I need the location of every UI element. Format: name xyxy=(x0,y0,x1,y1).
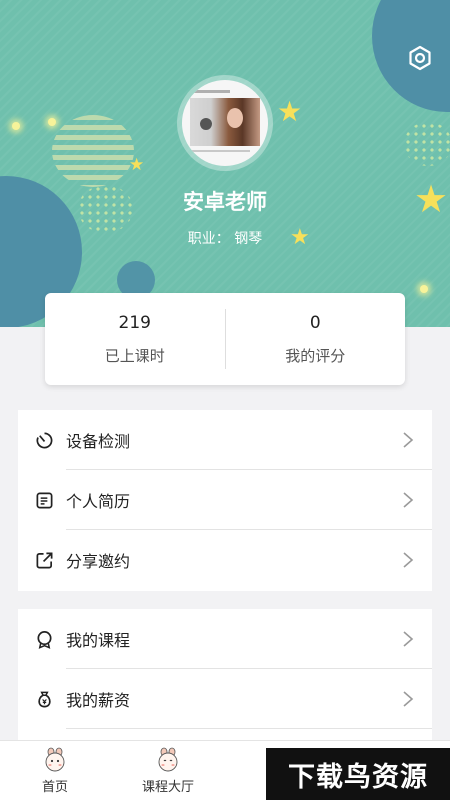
menu-item-device-check[interactable]: 设备检测 xyxy=(18,410,432,470)
salary-bag-icon xyxy=(38,691,51,707)
course-hall-mascot-icon xyxy=(158,747,178,772)
menu-item-my-salary[interactable]: 我的薪资 xyxy=(18,669,432,729)
tab-label: 首页 xyxy=(41,780,68,795)
menu-card-account: 设备检测 个人简历 分享邀约 xyxy=(18,410,432,591)
teacher-name: 安卓老师 xyxy=(183,190,267,214)
decor-striped-ball xyxy=(52,115,134,187)
decor-dotted-ball xyxy=(404,122,450,166)
course-medal-icon xyxy=(37,630,52,649)
stats-card: 219 已上课时 0 我的评分 xyxy=(45,293,405,385)
chevron-right-icon xyxy=(403,691,414,707)
chevron-right-icon xyxy=(403,432,414,448)
chevron-right-icon xyxy=(403,492,414,508)
divider xyxy=(66,728,432,729)
star-icon: ★ xyxy=(129,155,145,175)
share-icon xyxy=(36,552,53,568)
avatar[interactable] xyxy=(182,80,268,166)
menu-item-label: 分享邀约 xyxy=(66,552,131,571)
menu-item-my-courses[interactable]: 我的课程 xyxy=(18,609,432,669)
menu-item-label: 设备检测 xyxy=(66,432,131,451)
tab-course-hall[interactable]: 课程大厅 xyxy=(113,741,223,800)
stat-lessons-taught[interactable]: 219 已上课时 xyxy=(45,293,225,385)
resume-icon xyxy=(36,492,53,508)
sparkle-icon xyxy=(12,122,20,130)
sparkle-icon xyxy=(420,285,428,293)
settings-gear-icon[interactable] xyxy=(407,45,433,71)
stat-my-rating[interactable]: 0 我的评分 xyxy=(226,293,406,385)
tab-label: 课程大厅 xyxy=(141,780,194,795)
chevron-right-icon xyxy=(403,552,414,568)
tab-home[interactable]: 首页 xyxy=(0,741,110,800)
stat-value: 219 xyxy=(118,312,151,333)
stat-label: 我的评分 xyxy=(285,346,346,365)
teacher-job: 职业： 钢琴 xyxy=(187,231,263,247)
menu-item-share-invite[interactable]: 分享邀约 xyxy=(18,530,432,590)
menu-item-resume[interactable]: 个人简历 xyxy=(18,470,432,530)
device-check-icon xyxy=(36,432,53,448)
menu-item-label: 我的课程 xyxy=(66,631,131,650)
star-icon: ★ xyxy=(277,95,303,128)
menu-item-label: 我的薪资 xyxy=(66,691,131,710)
sparkle-icon xyxy=(48,118,56,126)
watermark-logo: 下载鸟资源 xyxy=(266,748,450,800)
home-mascot-icon xyxy=(45,747,65,772)
menu-card-teaching: 我的课程 我的薪资 xyxy=(18,609,432,740)
chevron-right-icon xyxy=(403,631,414,647)
stat-label: 已上课时 xyxy=(104,346,165,365)
stat-value: 0 xyxy=(309,312,321,333)
menu-item-label: 个人简历 xyxy=(66,492,131,511)
